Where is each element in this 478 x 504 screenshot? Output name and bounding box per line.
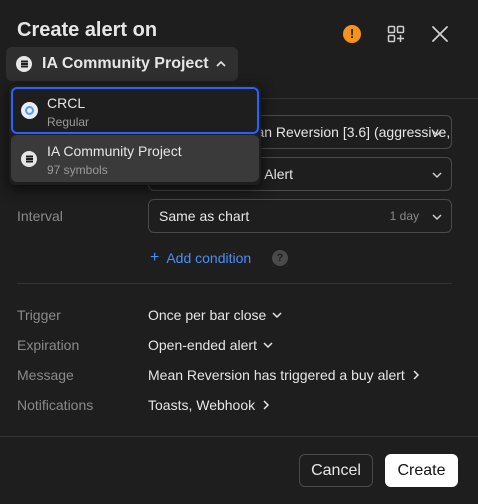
- warning-icon[interactable]: !: [340, 22, 364, 46]
- message-value: Mean Reversion has triggered a buy alert: [148, 367, 405, 383]
- trigger-label: Trigger: [17, 307, 61, 323]
- create-button[interactable]: Create: [385, 454, 458, 487]
- interval-label: Interval: [17, 208, 63, 224]
- list-icon: [16, 56, 32, 72]
- interval-select[interactable]: Same as chart 1 day: [148, 199, 452, 233]
- notifications-link[interactable]: Toasts, Webhook: [148, 397, 272, 413]
- notifications-value: Toasts, Webhook: [148, 397, 256, 413]
- cancel-button[interactable]: Cancel: [299, 454, 373, 487]
- section-divider: [17, 283, 452, 284]
- expiration-value: Open-ended alert: [148, 337, 257, 353]
- add-condition-button[interactable]: + Add condition: [150, 249, 251, 267]
- message-label: Message: [17, 367, 74, 383]
- chevron-down-icon: [432, 172, 442, 179]
- interval-hint: 1 day: [389, 209, 419, 223]
- notifications-label: Notifications: [17, 397, 94, 413]
- symbol-selector-label: IA Community Project: [42, 55, 209, 72]
- chevron-up-icon: [216, 60, 226, 67]
- chevron-down-icon: [263, 342, 273, 349]
- condition-value: Mean Reversion [3.6] (aggressive, 3...: [237, 124, 452, 140]
- crcl-logo-icon: [21, 102, 38, 119]
- footer-divider: [0, 436, 478, 437]
- dropdown-item-name: IA Community Project: [47, 143, 182, 159]
- expiration-label: Expiration: [17, 337, 80, 353]
- dropdown-item-sub: 97 symbols: [47, 163, 108, 177]
- layout-add-icon[interactable]: [384, 22, 408, 46]
- chevron-right-icon: [413, 370, 419, 380]
- chevron-right-icon: [263, 400, 270, 410]
- interval-value: Same as chart: [159, 208, 250, 224]
- trigger-value: Once per bar close: [148, 307, 267, 323]
- chevron-down-icon: [432, 130, 442, 137]
- dropdown-item-name: CRCL: [47, 95, 86, 111]
- create-alert-dialog: Create alert on ! IA Community Project M…: [0, 0, 478, 504]
- add-condition-label: Add condition: [166, 250, 252, 266]
- close-icon[interactable]: [428, 22, 452, 46]
- plus-icon: +: [150, 249, 160, 266]
- dropdown-item-crcl[interactable]: CRCL Regular: [11, 87, 259, 134]
- help-icon[interactable]: ?: [272, 250, 288, 266]
- tab-divider: [236, 98, 478, 99]
- message-link[interactable]: Mean Reversion has triggered a buy alert: [148, 367, 422, 383]
- symbol-dropdown: CRCL Regular IA Community Project 97 sym…: [9, 85, 261, 185]
- trigger-dropdown[interactable]: Once per bar close: [148, 307, 283, 323]
- dropdown-item-sub: Regular: [47, 115, 90, 129]
- symbol-selector[interactable]: IA Community Project: [6, 47, 238, 81]
- list-icon: [21, 151, 37, 167]
- dropdown-item-ia-community[interactable]: IA Community Project 97 symbols: [11, 135, 259, 182]
- dialog-title: Create alert on: [17, 19, 158, 41]
- expiration-dropdown[interactable]: Open-ended alert: [148, 337, 274, 353]
- chevron-down-icon: [432, 214, 442, 221]
- chevron-down-icon: [272, 312, 282, 319]
